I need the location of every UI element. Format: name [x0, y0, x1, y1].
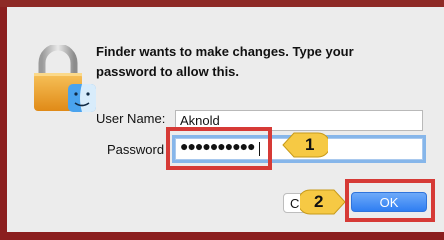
ok-button[interactable]: OK — [351, 192, 427, 212]
finder-icon — [68, 84, 96, 112]
username-label: User Name: — [96, 111, 166, 126]
dialog-message: Finder wants to make changes. Type your … — [96, 44, 354, 79]
highlight-password — [166, 127, 272, 170]
step-1-number: 1 — [305, 135, 315, 154]
background-strip — [0, 0, 444, 7]
step-2-number: 2 — [314, 192, 324, 211]
password-label: Password — [107, 142, 165, 157]
